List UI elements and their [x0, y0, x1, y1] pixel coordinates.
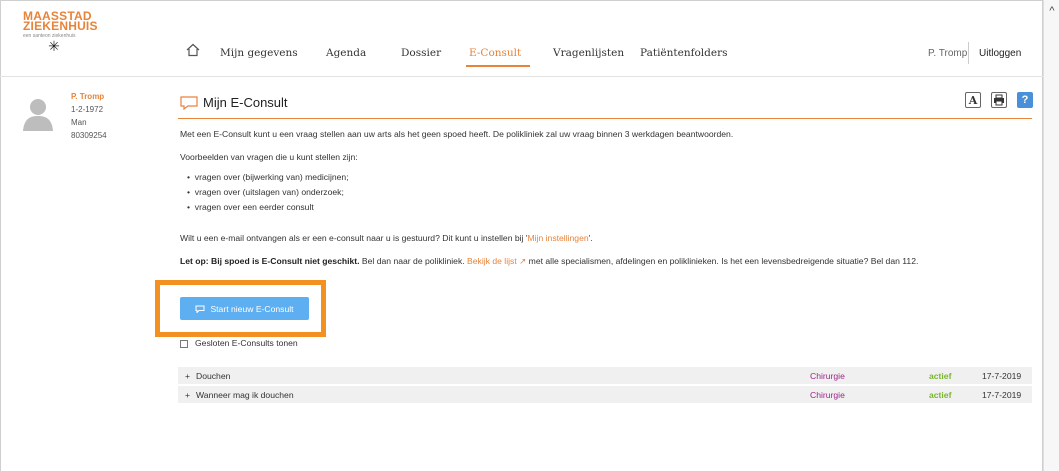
list-item: • vragen over (bijwerking van) medicijne…: [187, 172, 349, 182]
email-end: '.: [588, 233, 593, 243]
logo-star-icon: ✳: [48, 38, 60, 54]
warning-part-1: Bel dan naar de polikliniek.: [359, 256, 468, 266]
nav-patientenfolders[interactable]: Patiëntenfolders: [640, 47, 728, 59]
title-underline: [178, 118, 1032, 119]
print-icon: [994, 94, 1004, 106]
patient-gender: Man: [71, 118, 87, 127]
start-button-label: Start nieuw E-Consult: [210, 303, 294, 314]
consult-date: 17-7-2019: [982, 371, 1022, 381]
logo-line-2: ZIEKENHUIS: [23, 19, 98, 33]
email-text: Wilt u een e-mail ontvangen als er een e…: [180, 233, 528, 243]
consult-status: actief: [929, 371, 952, 381]
bekijk-lijst-link[interactable]: Bekijk de lijst: [467, 256, 517, 266]
nav-e-consult[interactable]: E-Consult: [469, 47, 521, 59]
scrollbar[interactable]: ^: [1043, 0, 1059, 471]
chat-icon: [195, 305, 205, 313]
consult-department: Chirurgie: [810, 371, 845, 381]
nav-vragenlijsten[interactable]: Vragenlijsten: [553, 47, 624, 59]
consult-date: 17-7-2019: [982, 390, 1022, 400]
nav-active-indicator: [466, 65, 530, 67]
table-row[interactable]: + Wanneer mag ik douchen Chirurgie actie…: [178, 386, 1032, 403]
nav-agenda[interactable]: Agenda: [326, 47, 366, 59]
font-size-label: A: [968, 93, 978, 107]
hospital-logo[interactable]: MAASSTAD ZIEKENHUIS een santeon ziekenhu…: [23, 10, 98, 54]
avatar-icon: [23, 99, 53, 131]
nav-mijn-gegevens[interactable]: Mijn gegevens: [220, 47, 298, 59]
warning-text: Let op: Bij spoed is E-Consult niet gesc…: [180, 256, 918, 267]
external-link-icon[interactable]: ↗: [517, 256, 526, 266]
show-closed-label[interactable]: Gesloten E-Consults tonen: [195, 338, 298, 348]
header-user-name: P. Tromp: [928, 48, 968, 59]
logout-link[interactable]: Uitloggen: [979, 48, 1021, 59]
table-row[interactable]: + Douchen Chirurgie actief 17-7-2019: [178, 367, 1032, 384]
example-3: vragen over een eerder consult: [194, 202, 314, 212]
warning-part-2: met alle specialismen, afdelingen en pol…: [526, 256, 919, 266]
expand-icon[interactable]: +: [185, 390, 190, 400]
show-closed-checkbox[interactable]: [180, 340, 188, 348]
page-title: Mijn E-Consult: [203, 95, 288, 110]
example-1: vragen over (bijwerking van) medicijnen;: [194, 172, 349, 182]
nav-dossier[interactable]: Dossier: [401, 47, 441, 59]
home-icon[interactable]: [186, 43, 200, 57]
scroll-up-icon[interactable]: ^: [1047, 6, 1057, 17]
examples-heading: Voorbeelden van vragen die u kunt stelle…: [180, 152, 358, 162]
example-2: vragen over (uitslagen van) onderzoek;: [194, 187, 344, 197]
help-button[interactable]: ?: [1017, 92, 1033, 108]
consult-subject[interactable]: Wanneer mag ik douchen: [196, 390, 294, 400]
help-icon: ?: [1021, 94, 1029, 106]
font-size-button[interactable]: A: [965, 92, 981, 108]
mijn-instellingen-link[interactable]: Mijn instellingen: [528, 233, 589, 243]
consult-subject[interactable]: Douchen: [196, 371, 230, 381]
header-divider: [968, 42, 969, 64]
expand-icon[interactable]: +: [185, 371, 190, 381]
start-new-econsult-button[interactable]: Start nieuw E-Consult: [180, 297, 309, 320]
patient-name: P. Tromp: [71, 92, 105, 101]
intro-text: Met een E-Consult kunt u een vraag stell…: [180, 129, 734, 139]
warning-bold: Let op: Bij spoed is E-Consult niet gesc…: [180, 256, 360, 266]
consult-status: actief: [929, 390, 952, 400]
print-button[interactable]: [991, 92, 1007, 108]
patient-dob: 1-2-1972: [71, 105, 104, 114]
email-setting-text: Wilt u een e-mail ontvangen als er een e…: [180, 233, 593, 243]
chat-bubble-icon: [180, 96, 198, 110]
list-item: • vragen over (uitslagen van) onderzoek;: [187, 187, 344, 197]
patient-number: 80309254: [71, 131, 107, 140]
consult-department: Chirurgie: [810, 390, 845, 400]
header-divider-line: [0, 76, 1043, 77]
list-item: • vragen over een eerder consult: [187, 202, 314, 212]
